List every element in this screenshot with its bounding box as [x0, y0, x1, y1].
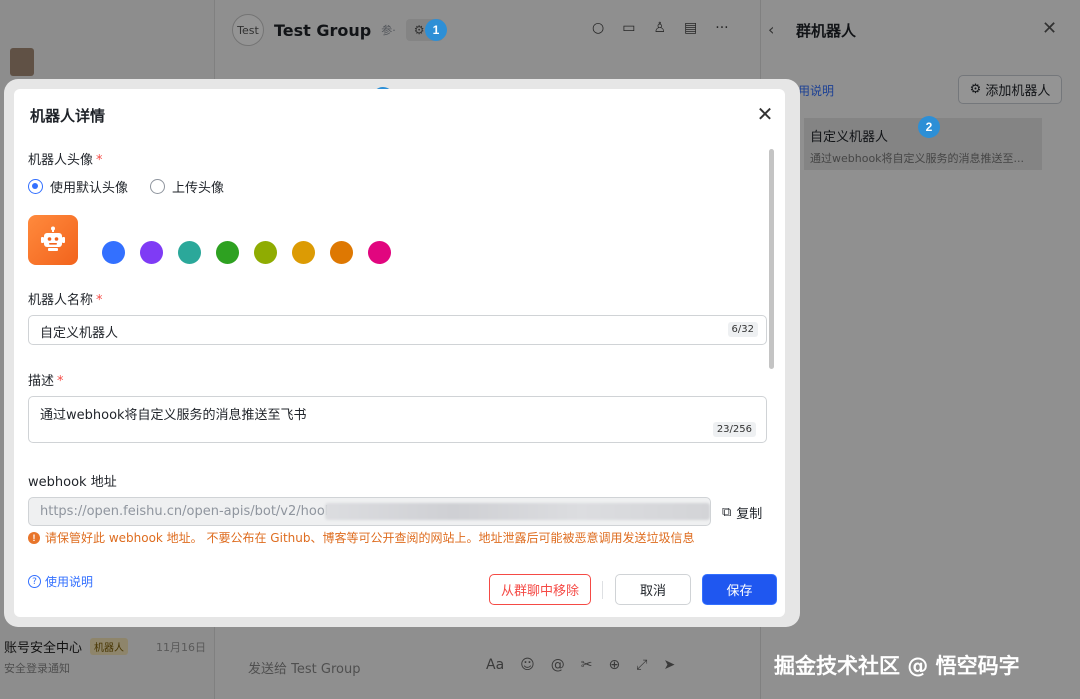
color-swatch[interactable] — [330, 241, 353, 264]
blurred-url-part — [325, 503, 710, 520]
desc-label: 描述 * — [28, 370, 64, 389]
robot-avatar-icon — [28, 215, 78, 265]
dialog-title: 机器人详情 — [30, 107, 106, 125]
bot-name-input[interactable]: 自定义机器人 6/32 — [28, 315, 767, 345]
security-warning: ! 请保管好此 webhook 地址。 不要公布在 Github、博客等可公开查… — [28, 529, 694, 546]
footer-divider — [602, 581, 603, 599]
usage-help-link[interactable]: ? 使用说明 — [28, 573, 93, 590]
copy-label: 复制 — [736, 507, 763, 522]
annotation-marker: 2 — [918, 116, 940, 138]
copy-button[interactable]: ⧉ 复制 — [722, 503, 762, 522]
required-mark: * — [96, 293, 103, 308]
bot-detail-dialog: 机器人详情 ✕ 机器人头像 * 使用默认头像 上传头像 机器人名称 * 自定义机… — [14, 89, 785, 617]
bot-name-value: 自定义机器人 — [40, 326, 119, 341]
color-swatch[interactable] — [254, 241, 277, 264]
radio-upload-avatar-label: 上传头像 — [172, 181, 225, 196]
radio-upload-avatar[interactable]: 上传头像 — [150, 177, 224, 196]
webhook-url-value: https://open.feishu.cn/open-apis/bot/v2/… — [40, 504, 342, 519]
color-swatch[interactable] — [178, 241, 201, 264]
color-swatch[interactable] — [368, 241, 391, 264]
annotation-marker: 1 — [425, 19, 447, 41]
color-swatch[interactable] — [292, 241, 315, 264]
description-value: 通过webhook将自定义服务的消息推送至飞书 — [40, 408, 307, 423]
warning-icon: ! — [28, 531, 40, 544]
radio-default-avatar[interactable]: 使用默认头像 — [28, 177, 128, 196]
radio-unselected-icon — [150, 179, 166, 194]
name-label-text: 机器人名称 — [28, 293, 94, 308]
description-textarea[interactable]: 通过webhook将自定义服务的消息推送至飞书 23/256 — [28, 396, 767, 443]
avatar-label: 机器人头像 * — [28, 149, 103, 168]
radio-selected-icon — [28, 179, 43, 194]
name-label: 机器人名称 * — [28, 289, 103, 308]
save-button[interactable]: 保存 — [702, 574, 777, 605]
watermark: 掘金技术社区 @ 悟空码字 — [774, 654, 1020, 678]
color-swatch[interactable] — [216, 241, 239, 264]
color-swatch[interactable] — [140, 241, 163, 264]
usage-help-label: 使用说明 — [45, 575, 94, 589]
avatar-label-text: 机器人头像 — [28, 153, 94, 168]
copy-icon: ⧉ — [722, 505, 732, 520]
required-mark: * — [57, 374, 64, 389]
help-circle-icon: ? — [28, 575, 41, 588]
scrollbar[interactable] — [769, 149, 774, 369]
radio-default-avatar-label: 使用默认头像 — [50, 181, 129, 196]
close-icon[interactable]: ✕ — [754, 103, 776, 125]
avatar-color-swatches — [102, 241, 391, 264]
desc-char-counter: 23/256 — [712, 422, 756, 437]
name-char-counter: 6/32 — [727, 322, 758, 337]
avatar-options: 使用默认头像 上传头像 — [28, 177, 224, 196]
color-swatch[interactable] — [102, 241, 125, 264]
webhook-url-field[interactable]: https://open.feishu.cn/open-apis/bot/v2/… — [28, 497, 711, 526]
remove-from-group-button[interactable]: 从群聊中移除 — [489, 574, 591, 605]
desc-label-text: 描述 — [28, 374, 55, 389]
warning-text: 请保管好此 webhook 地址。 不要公布在 Github、博客等可公开查阅的… — [45, 531, 695, 545]
cancel-button[interactable]: 取消 — [615, 574, 691, 605]
webhook-label: webhook 地址 — [28, 475, 117, 490]
required-mark: * — [96, 153, 103, 168]
